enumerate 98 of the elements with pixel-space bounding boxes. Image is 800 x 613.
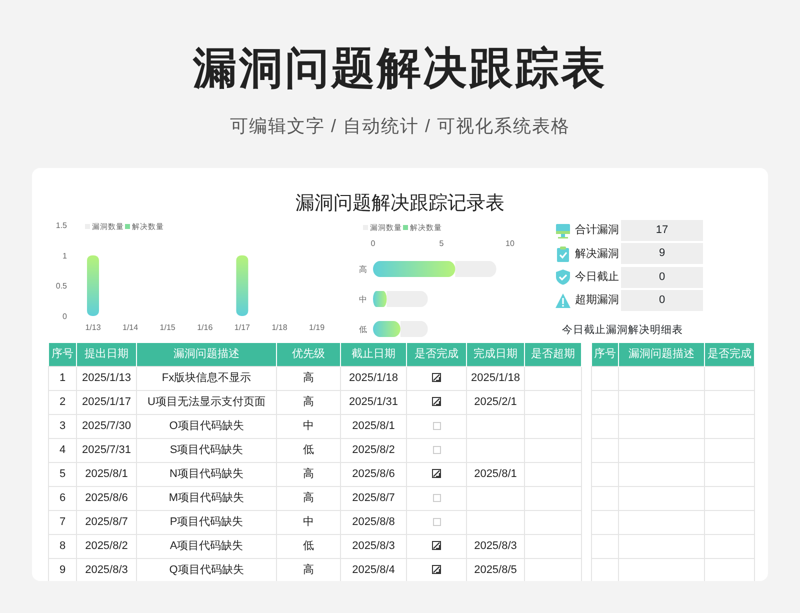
stat-label: 合计漏洞 xyxy=(575,223,619,238)
column-header: 提出日期 xyxy=(76,343,136,366)
table-cell: M项目代码缺失 xyxy=(136,486,276,510)
axis-tick-label: 10 xyxy=(506,239,514,248)
stat-label: 今日截止 xyxy=(575,270,619,285)
column-header: 漏洞问题描述 xyxy=(136,343,276,366)
table-cell: S项目代码缺失 xyxy=(136,438,276,462)
checkbox[interactable] xyxy=(432,469,441,478)
axis-tick-label: 1 xyxy=(62,251,67,260)
table-cell: A项目代码缺失 xyxy=(136,534,276,558)
table-cell: 2025/1/17 xyxy=(76,390,136,414)
table-cell: O项目代码缺失 xyxy=(136,414,276,438)
clipboard-check-icon xyxy=(555,246,571,262)
axis-tick-label: 5 xyxy=(439,239,444,248)
table-cell: 2025/8/7 xyxy=(340,486,406,510)
stat-label: 超期漏洞 xyxy=(575,293,619,308)
axis-tick-label: 高 xyxy=(359,265,367,274)
column-header: 是否完成 xyxy=(406,343,466,366)
table-cell: 低 xyxy=(276,438,340,462)
column-header: 截止日期 xyxy=(340,343,406,366)
axis-tick-label: 1/14 xyxy=(122,323,138,332)
table-cell: 2025/8/8 xyxy=(340,510,406,534)
axis-tick-label: 1/15 xyxy=(160,323,176,332)
monitor-icon xyxy=(555,222,571,239)
chart-bar xyxy=(236,255,248,316)
stat-value: 17 xyxy=(621,220,703,242)
column-header: 是否超期 xyxy=(524,343,582,366)
axis-tick-label: 0 xyxy=(62,312,67,321)
chart-bar xyxy=(400,321,428,337)
axis-tick-label: 0 xyxy=(370,239,376,248)
table-cell: 高 xyxy=(276,462,340,486)
table-cell: 2025/7/30 xyxy=(76,414,136,438)
page-title: 漏洞问题解决跟踪表 xyxy=(193,44,607,93)
table-cell: 2025/8/6 xyxy=(76,486,136,510)
table-cell: 2025/1/18 xyxy=(340,366,406,390)
warning-icon xyxy=(555,292,571,309)
table-cell: 高 xyxy=(276,366,340,390)
table-cell: 3 xyxy=(48,414,76,438)
axis-tick-label: 1.5 xyxy=(56,221,67,230)
table-cell: 2025/8/6 xyxy=(340,462,406,486)
table-cell: 7 xyxy=(48,510,76,534)
table-cell: 高 xyxy=(276,390,340,414)
column-header: 是否完成 xyxy=(704,343,754,366)
table-cell: 中 xyxy=(276,510,340,534)
page-subtitle: 可编辑文字 / 自动统计 / 可视化系统表格 xyxy=(230,116,570,136)
checkbox[interactable] xyxy=(432,565,441,574)
table-cell: 6 xyxy=(48,486,76,510)
table-cell: 2025/8/1 xyxy=(466,462,524,486)
detail-table-title: 今日截止漏洞解决明细表 xyxy=(562,324,683,336)
table-cell: 2025/1/31 xyxy=(340,390,406,414)
axis-tick-label: 低 xyxy=(359,325,367,334)
table-cell: 2025/1/13 xyxy=(76,366,136,390)
table-cell: 9 xyxy=(48,558,76,581)
table-cell: 5 xyxy=(48,462,76,486)
checkbox[interactable] xyxy=(432,397,441,406)
checkbox[interactable] xyxy=(432,541,441,550)
column-header: 优先级 xyxy=(276,343,340,366)
table-cell: 高 xyxy=(276,486,340,510)
chart-bar xyxy=(87,255,99,316)
table-cell: 中 xyxy=(276,414,340,438)
column-header: 漏洞问题描述 xyxy=(618,343,704,366)
stat-value: 0 xyxy=(621,266,703,288)
axis-tick-label: 1/19 xyxy=(309,323,325,332)
axis-tick-label: 1/16 xyxy=(197,323,213,332)
table-cell: 2025/8/3 xyxy=(466,534,524,558)
table-cell: 1 xyxy=(48,366,76,390)
table-cell: 2025/2/1 xyxy=(466,390,524,414)
shield-check-icon xyxy=(555,269,571,286)
column-header: 序号 xyxy=(48,343,76,366)
axis-tick-label: 中 xyxy=(359,295,367,304)
table-cell: P项目代码缺失 xyxy=(136,510,276,534)
axis-tick-label: 1/18 xyxy=(272,323,288,332)
column-header: 完成日期 xyxy=(466,343,524,366)
table-cell: 低 xyxy=(276,534,340,558)
table-cell: 2 xyxy=(48,390,76,414)
checkbox[interactable] xyxy=(432,373,441,382)
table-cell: 2025/1/18 xyxy=(466,366,524,390)
axis-tick-label: 1/13 xyxy=(85,323,101,332)
table-cell: 2025/7/31 xyxy=(76,438,136,462)
table-cell: 2025/8/2 xyxy=(76,534,136,558)
table-cell: Fx版块信息不显示 xyxy=(136,366,276,390)
table-cell: 2025/8/3 xyxy=(340,534,406,558)
stat-value: 0 xyxy=(621,290,703,312)
axis-tick-label: 0.5 xyxy=(56,282,67,291)
table-cell: 2025/8/1 xyxy=(76,462,136,486)
table-cell: N项目代码缺失 xyxy=(136,462,276,486)
table-cell: 2025/8/1 xyxy=(340,414,406,438)
chart-bar xyxy=(373,321,400,337)
stat-label: 解决漏洞 xyxy=(575,246,619,262)
column-header: 序号 xyxy=(592,343,618,366)
stat-value: 9 xyxy=(621,243,703,264)
table-cell: 4 xyxy=(48,438,76,462)
sheet-title: 漏洞问题解决跟踪记录表 xyxy=(296,193,504,214)
table-cell: 8 xyxy=(48,534,76,558)
table-cell: 2025/8/2 xyxy=(340,438,406,462)
axis-tick-label: 1/17 xyxy=(234,323,250,332)
table-cell: 2025/8/7 xyxy=(76,510,136,534)
table-cell: U项目无法显示支付页面 xyxy=(136,390,276,414)
